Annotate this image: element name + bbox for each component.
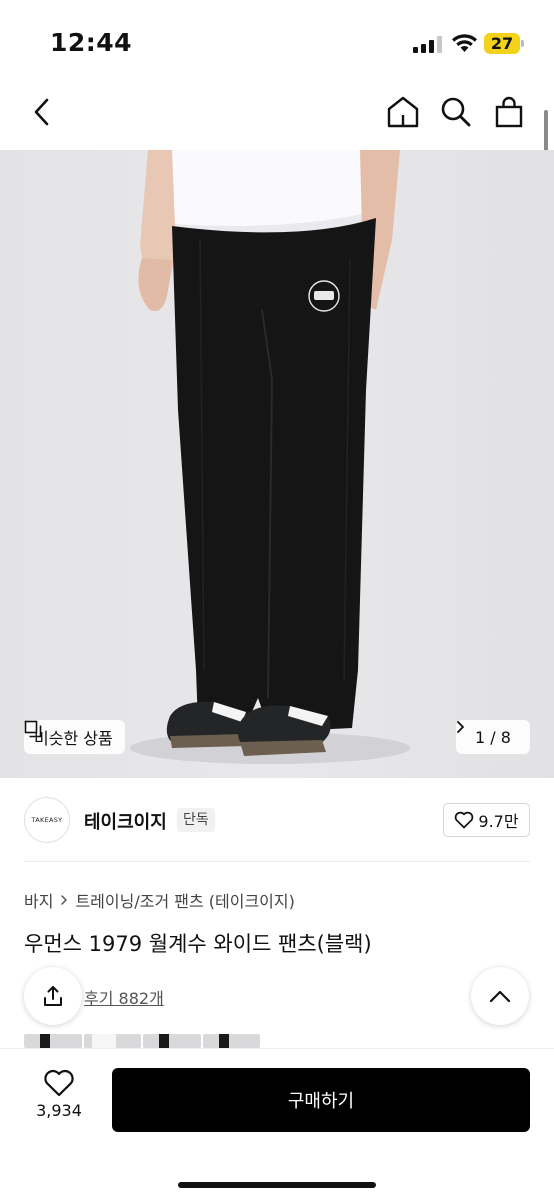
product-title: 우먼스 1979 월계수 와이드 팬츠(블랙) (24, 932, 372, 956)
divider (24, 861, 530, 862)
bottom-purchase-bar: 3,934 구매하기 (0, 1048, 554, 1200)
scroll-to-top-button[interactable] (471, 967, 529, 1025)
product-image-carousel[interactable]: 비슷한 상품 1 / 8 (0, 150, 554, 778)
search-icon (441, 97, 471, 127)
brand-logo-text: TAKEASY (31, 816, 63, 824)
status-time: 12:44 (50, 28, 133, 57)
chevron-right-icon (457, 721, 464, 733)
brand-row: TAKEASY 테이크이지 단독 9.7만 (0, 778, 554, 862)
breadcrumb-category[interactable]: 바지 (24, 888, 53, 912)
battery-level: 27 (484, 33, 520, 54)
product-thumbnail[interactable] (24, 1034, 82, 1048)
product-thumbnail[interactable] (83, 1034, 141, 1048)
home-button[interactable] (383, 92, 423, 132)
brand-name[interactable]: 테이크이지 (84, 808, 167, 834)
product-photo (0, 150, 554, 778)
home-indicator[interactable] (178, 1182, 376, 1188)
chevron-up-icon (489, 990, 511, 1003)
reviews-link[interactable]: 후기 882개 (84, 985, 164, 1009)
back-button[interactable] (22, 92, 62, 132)
wishlist-count: 3,934 (36, 1101, 82, 1120)
search-button[interactable] (436, 92, 476, 132)
cellular-signal-icon (413, 36, 442, 53)
breadcrumb-subcategory[interactable]: 트레이닝/조거 팬츠 (테이크이지) (75, 888, 294, 912)
product-thumbnail-strip[interactable] (24, 1034, 260, 1048)
home-icon (387, 96, 419, 128)
heart-icon (44, 1069, 74, 1097)
battery-tip (521, 40, 524, 47)
status-bar: 12:44 27 (0, 0, 554, 80)
product-thumbnail[interactable] (143, 1034, 201, 1048)
shopping-bag-icon (495, 96, 523, 128)
similar-products-label: 비슷한 상품 (34, 729, 113, 748)
shopping-bag-button[interactable] (489, 92, 529, 132)
buy-button[interactable]: 구매하기 (112, 1068, 530, 1132)
chevron-right-icon (61, 895, 68, 905)
product-thumbnail[interactable] (202, 1034, 260, 1048)
image-page-indicator: 1 / 8 (475, 727, 511, 747)
top-navigation (0, 80, 554, 150)
heart-icon (455, 811, 474, 829)
share-icon (44, 986, 62, 1006)
similar-products-button[interactable]: 비슷한 상품 (24, 720, 125, 754)
wishlist-button[interactable]: 3,934 (24, 1069, 94, 1133)
wifi-icon (452, 34, 477, 52)
breadcrumb: 바지 트레이닝/조거 팬츠 (테이크이지) (24, 888, 295, 912)
image-pager-button[interactable]: 1 / 8 (456, 720, 530, 754)
similar-products-icon (24, 720, 42, 738)
brand-like-count: 9.7만 (478, 812, 519, 831)
share-button[interactable] (24, 967, 82, 1025)
battery-indicator: 27 (484, 33, 524, 54)
brand-logo[interactable]: TAKEASY (24, 797, 70, 843)
brand-like-button[interactable]: 9.7만 (443, 803, 530, 837)
exclusive-badge: 단독 (177, 808, 215, 832)
chevron-left-icon (34, 98, 49, 126)
